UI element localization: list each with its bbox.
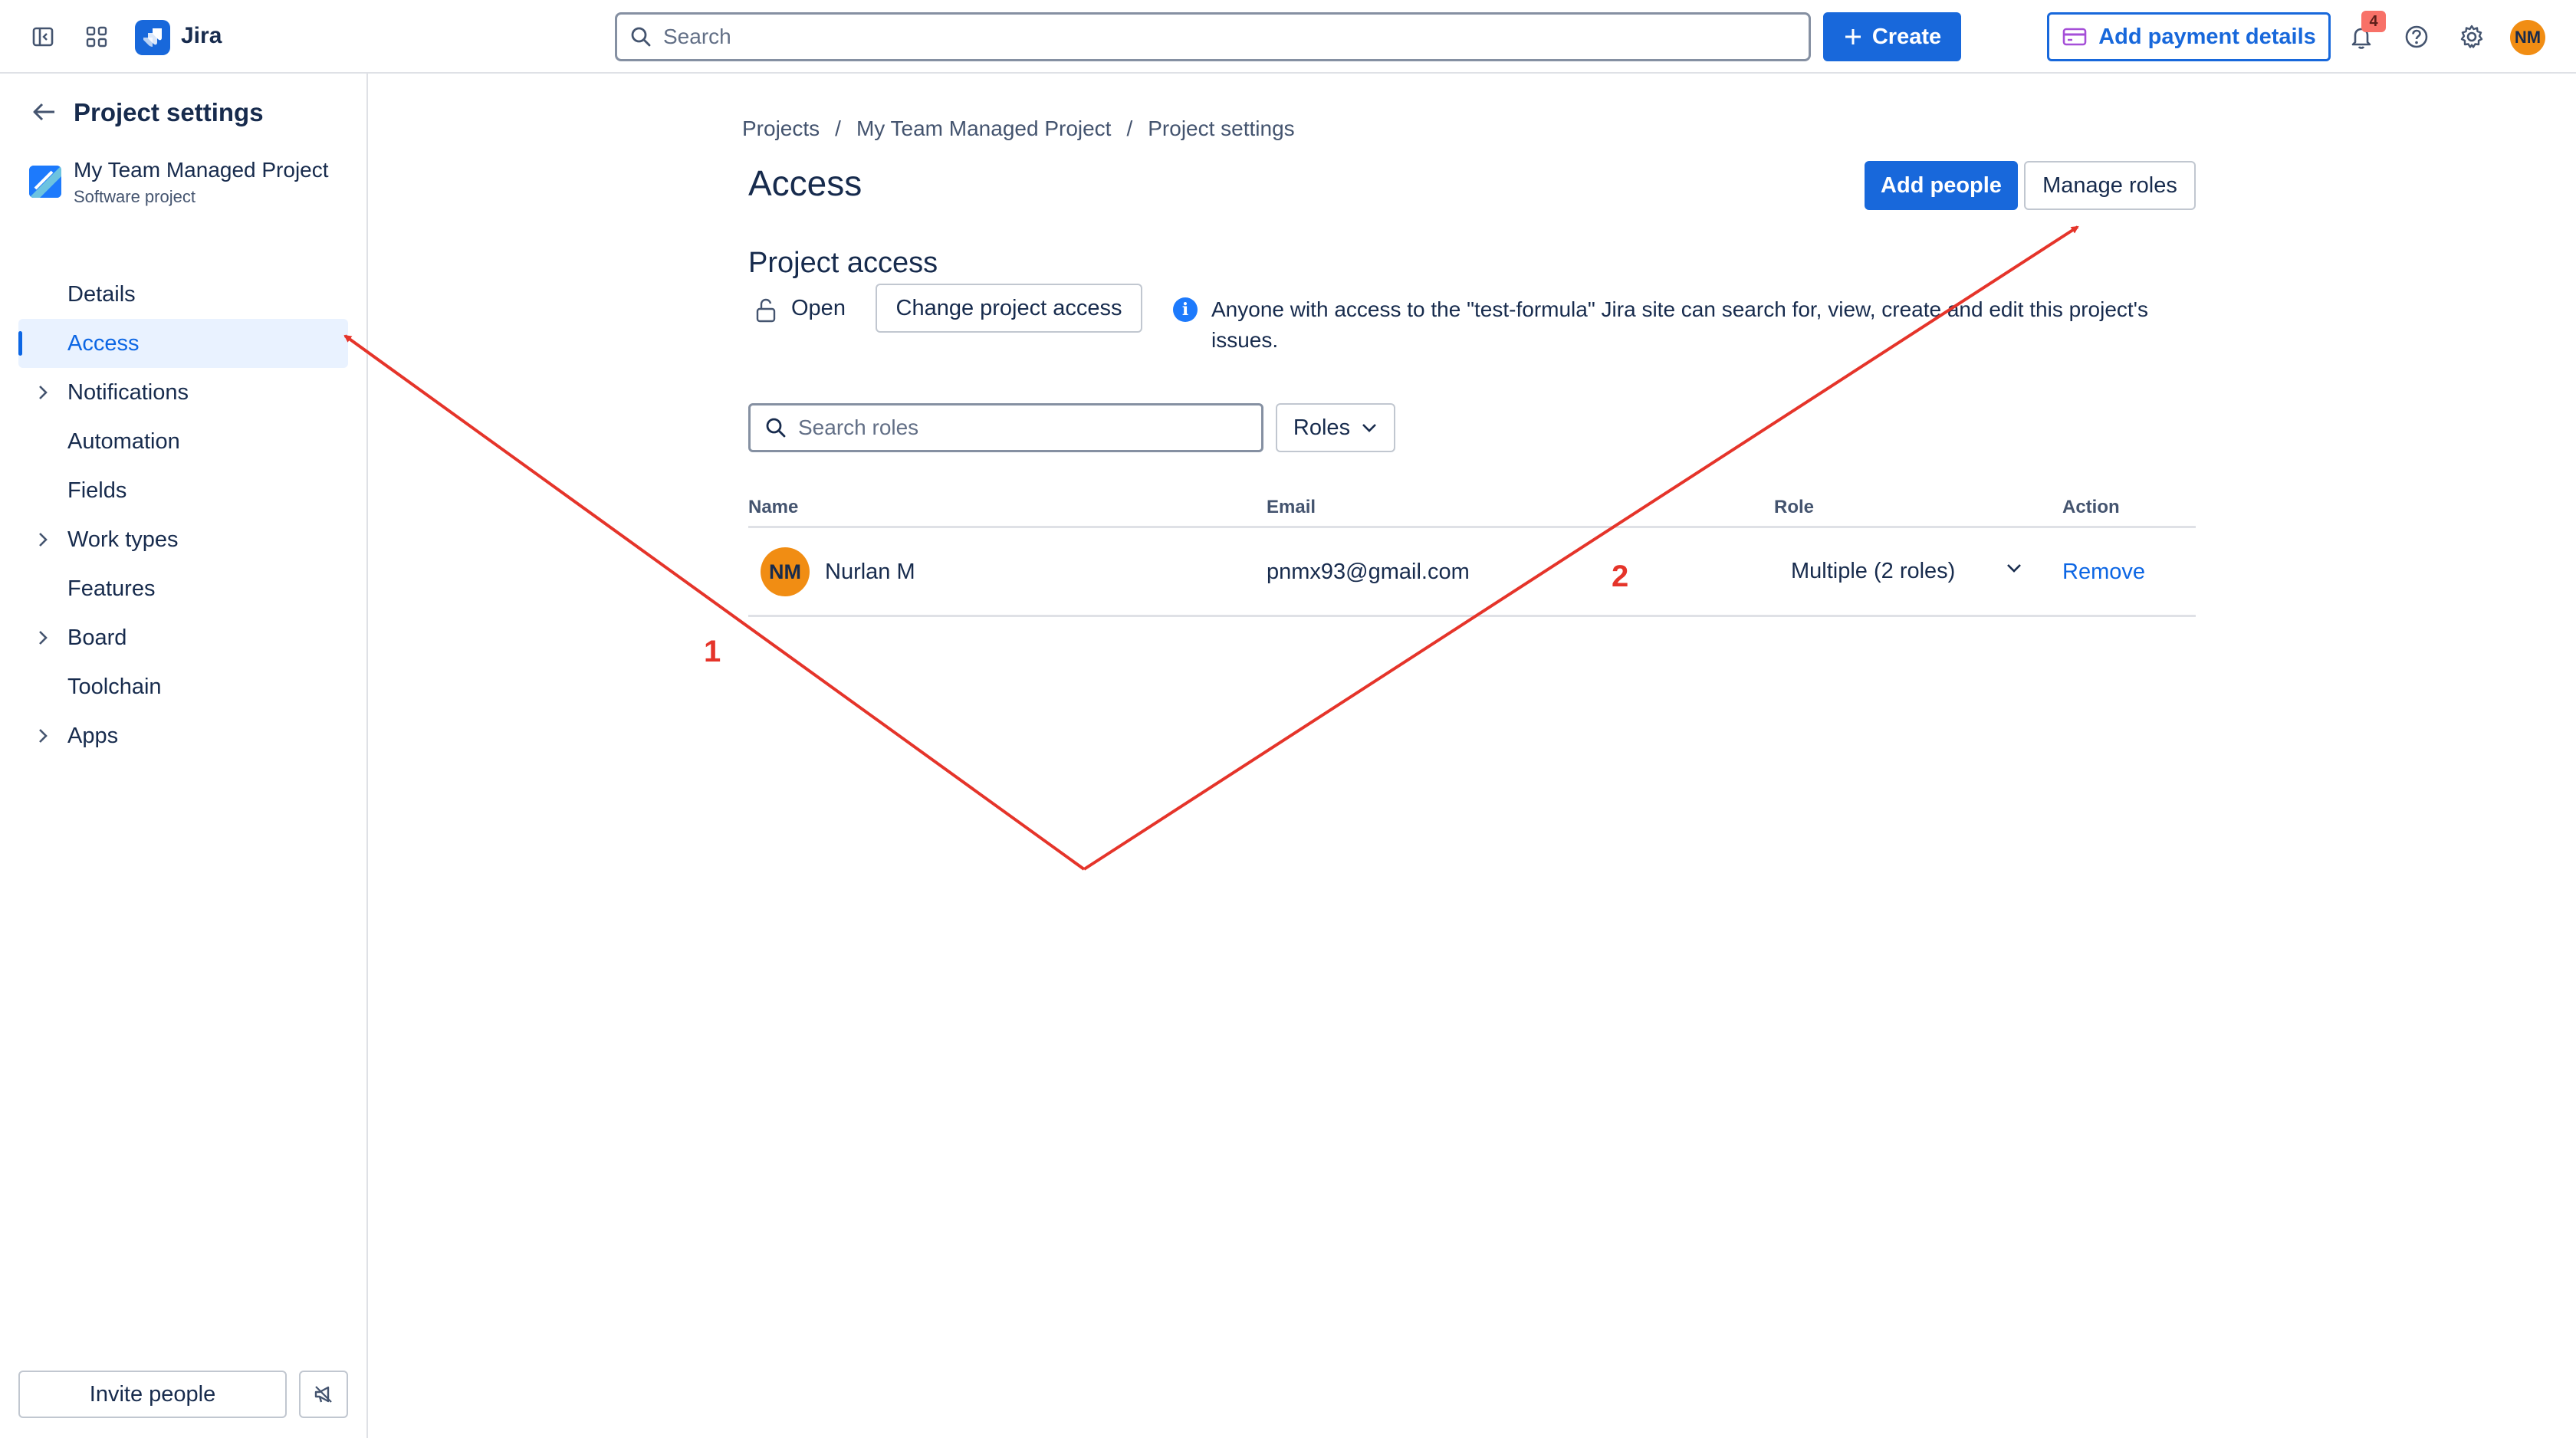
breadcrumb-projects[interactable]: Projects [742, 117, 820, 141]
jira-logo-icon[interactable] [135, 20, 170, 55]
chevron-right-icon[interactable] [34, 530, 52, 549]
roles-filter-label: Roles [1293, 415, 1351, 440]
sidebar-item-toolchain[interactable]: Toolchain [18, 662, 348, 711]
global-search-field[interactable] [615, 12, 1811, 61]
breadcrumb-project[interactable]: My Team Managed Project [856, 117, 1112, 141]
credit-card-icon [2062, 28, 2087, 46]
project-avatar-icon [29, 166, 61, 198]
roles-filter-dropdown[interactable]: Roles [1276, 403, 1395, 452]
column-header-action: Action [2062, 497, 2120, 517]
page-title: Access [748, 163, 863, 203]
search-icon [631, 27, 651, 47]
sidebar-title: Project settings [74, 98, 264, 126]
table-row-divider [748, 615, 2196, 617]
project-name: My Team Managed Project [74, 158, 329, 182]
chevron-down-icon [1362, 424, 1376, 432]
create-button[interactable]: Create [1823, 12, 1961, 61]
annotation-label-1: 1 [704, 635, 721, 668]
top-navigation-bar: Jira Create Add payment details 4 NM [0, 0, 2576, 74]
member-avatar: NM [761, 547, 810, 596]
remove-member-link[interactable]: Remove [2062, 560, 2145, 585]
add-payment-details-label: Add payment details [2098, 24, 2316, 49]
sidebar-item-details[interactable]: Details [18, 270, 348, 319]
project-access-heading: Project access [748, 247, 938, 279]
project-access-status: Open [791, 296, 846, 320]
search-icon [766, 418, 786, 438]
member-name: Nurlan M [825, 560, 915, 584]
breadcrumb-project-settings[interactable]: Project settings [1148, 117, 1294, 141]
annotation-label-2: 2 [1612, 560, 1629, 593]
sidebar-item-features[interactable]: Features [18, 564, 348, 613]
column-header-email[interactable]: Email [1267, 497, 1316, 518]
search-roles-input[interactable] [798, 415, 1227, 440]
sidebar-item-label: Fields [67, 478, 127, 503]
chevron-right-icon[interactable] [34, 727, 52, 745]
member-role-label: Multiple (2 roles) [1791, 558, 1956, 583]
global-search-input[interactable] [663, 25, 1737, 49]
sidebar-item-label: Board [67, 625, 127, 650]
table-header-divider [748, 526, 2196, 528]
column-header-role[interactable]: Role [1774, 497, 1814, 518]
sidebar-item-label: Access [67, 330, 140, 356]
sidebar-item-label: Features [67, 576, 156, 601]
sidebar-item-work-types[interactable]: Work types [18, 515, 348, 564]
unlocked-padlock-icon [754, 297, 777, 323]
sidebar-item-board[interactable]: Board [18, 613, 348, 662]
app-switcher-icon[interactable] [81, 21, 112, 52]
user-avatar[interactable]: NM [2510, 20, 2545, 55]
sidebar-item-label: Notifications [67, 379, 189, 405]
chevron-down-icon [2007, 564, 2021, 573]
sidebar-item-notifications[interactable]: Notifications [18, 368, 348, 417]
breadcrumb-separator: / [1126, 117, 1133, 140]
sidebar-toggle-icon[interactable] [28, 21, 58, 52]
column-header-name[interactable]: Name [748, 497, 798, 518]
breadcrumb: Projects / My Team Managed Project / Pro… [742, 117, 1295, 141]
notification-count-badge: 4 [2361, 11, 2386, 32]
add-payment-details-button[interactable]: Add payment details [2047, 12, 2331, 61]
sidebar-item-access[interactable]: Access [18, 319, 348, 368]
project-settings-sidebar: Project settings My Team Managed Project… [0, 74, 368, 1438]
change-project-access-button[interactable]: Change project access [876, 284, 1142, 333]
chevron-right-icon[interactable] [34, 383, 52, 402]
search-roles-field[interactable] [748, 403, 1263, 452]
back-arrow-icon[interactable] [28, 95, 61, 129]
chevron-right-icon[interactable] [34, 629, 52, 647]
create-button-label: Create [1871, 24, 1942, 49]
project-type: Software project [74, 187, 196, 206]
sidebar-item-label: Details [67, 281, 136, 307]
breadcrumb-separator: / [835, 117, 841, 140]
sidebar-item-label: Apps [67, 723, 119, 748]
sidebar-item-label: Work types [67, 527, 179, 552]
plus-icon [1845, 29, 1861, 44]
member-email: pnmx93@gmail.com [1267, 560, 1470, 584]
app-name[interactable]: Jira [181, 23, 222, 49]
member-role-dropdown[interactable]: Multiple (2 roles) [1780, 546, 2033, 596]
settings-gear-icon[interactable] [2456, 21, 2487, 52]
sidebar-item-label: Toolchain [67, 674, 162, 699]
sidebar-item-apps[interactable]: Apps [18, 711, 348, 760]
help-icon[interactable] [2401, 21, 2432, 52]
sidebar-item-label: Automation [67, 428, 180, 454]
annotation-arrows [343, 225, 2079, 871]
sidebar-item-fields[interactable]: Fields [18, 466, 348, 515]
info-icon: i [1173, 297, 1198, 322]
project-access-info-text: Anyone with access to the "test-formula"… [1211, 297, 2149, 352]
add-people-button[interactable]: Add people [1865, 161, 2018, 210]
invite-people-button[interactable]: Invite people [18, 1371, 287, 1418]
feedback-megaphone-icon[interactable] [299, 1371, 348, 1418]
sidebar-item-automation[interactable]: Automation [18, 417, 348, 466]
manage-roles-button[interactable]: Manage roles [2024, 161, 2196, 210]
